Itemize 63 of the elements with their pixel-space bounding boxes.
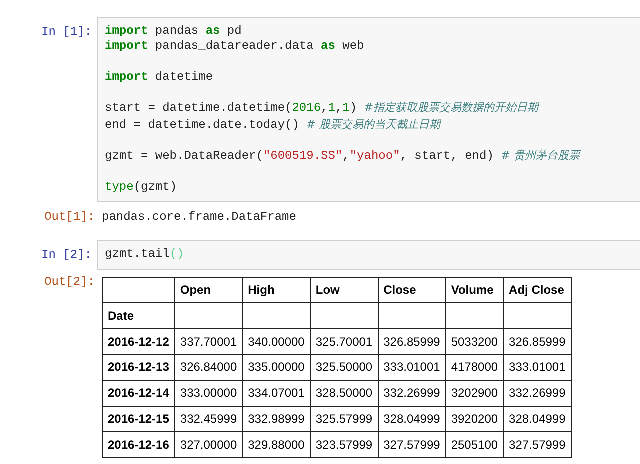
- table-cell: 323.57999: [310, 432, 378, 458]
- column-header: Volume: [446, 277, 504, 303]
- output-prompt: Out[2]:: [44, 274, 96, 290]
- table-cell: 337.70001: [174, 328, 243, 354]
- code-line: import pandas_datareader.data as web: [105, 39, 366, 55]
- code-line: type(gzmt): [105, 180, 178, 196]
- code-line: gzmt.tail(): [105, 247, 186, 263]
- table-cell: 327.57999: [504, 432, 572, 458]
- row-header: 2016-12-13: [102, 354, 175, 380]
- table-cell: [310, 302, 378, 329]
- row-header: 2016-12-12: [102, 328, 175, 354]
- table-cell: 326.84000: [174, 354, 243, 380]
- table-cell: [174, 302, 243, 329]
- table-cell: 326.85999: [378, 328, 446, 354]
- column-header: Adj Close: [504, 277, 572, 303]
- row-header: 2016-12-16: [102, 432, 175, 458]
- table-cell: 335.00000: [242, 354, 310, 380]
- code-line: start = datetime.datetime(2016,1,1) #指定获取股票交易数据的开始日期: [105, 100, 541, 117]
- code-line: end = datetime.date.today() # 股票交易的当天截止日期: [105, 116, 443, 134]
- table-cell: 3202900: [446, 380, 504, 406]
- code-line: gzmt = web.DataReader("600519.SS","yahoo", start, end) # 贵州茅台股票: [105, 148, 582, 165]
- code-line: import pandas as pd: [105, 24, 243, 40]
- table-cell: [504, 302, 572, 329]
- table-cell: [378, 302, 446, 329]
- table-cell: 3920200: [446, 406, 504, 432]
- table-cell: 327.00000: [174, 432, 243, 458]
- table-cell: 4178000: [446, 354, 504, 380]
- column-header: Low: [310, 277, 378, 303]
- table-cell: 325.70001: [310, 328, 378, 354]
- table-cell: 328.04999: [504, 406, 572, 432]
- input-prompt: In [1]:: [40, 24, 93, 40]
- table-cell: 334.07001: [242, 380, 310, 406]
- table-cell: [446, 302, 504, 329]
- column-header: Open: [174, 277, 243, 303]
- table-cell: 332.98999: [242, 406, 310, 432]
- table-cell: 329.88000: [242, 432, 310, 458]
- column-header: High: [242, 277, 310, 303]
- row-header: 2016-12-15: [102, 406, 175, 432]
- index-header: Date: [102, 302, 175, 329]
- table-cell: 332.45999: [174, 406, 243, 432]
- output-prompt: Out[1]:: [44, 210, 96, 226]
- table-cell: 340.00000: [242, 328, 310, 354]
- row-header: 2016-12-14: [102, 380, 175, 406]
- output-text: pandas.core.frame.DataFrame: [102, 210, 296, 226]
- table-cell: 333.01001: [378, 354, 446, 380]
- input-prompt: In [2]:: [40, 247, 93, 264]
- table-cell: 332.26999: [504, 380, 572, 406]
- table-cell: 328.04999: [378, 406, 446, 432]
- table-cell: 2505100: [446, 432, 504, 458]
- table-cell: 5033200: [446, 328, 504, 354]
- table-cell: 332.26999: [378, 380, 446, 406]
- table-cell: [242, 302, 310, 329]
- table-cell: 327.57999: [378, 432, 446, 458]
- table-cell: 325.57999: [310, 406, 378, 432]
- table-cell: 325.50000: [310, 354, 378, 380]
- table-cell: 333.01001: [504, 354, 572, 380]
- table-cell: 333.00000: [174, 380, 243, 406]
- table-cell: 326.85999: [504, 328, 572, 354]
- column-header: Close: [378, 277, 446, 303]
- table-cell: 328.50000: [310, 380, 378, 406]
- code-cell[interactable]: gzmt.tail(): [97, 240, 640, 270]
- code-line: import datetime: [105, 70, 214, 86]
- code-cell[interactable]: [97, 17, 640, 202]
